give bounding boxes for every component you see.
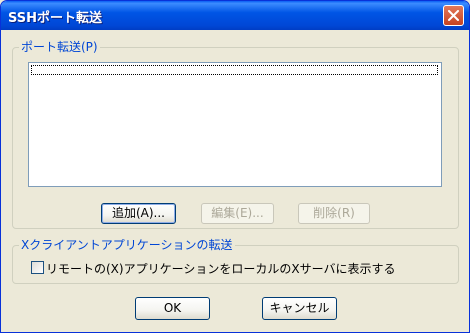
close-icon [448, 10, 459, 21]
delete-button[interactable]: 削除(R) [298, 203, 370, 224]
port-forwarding-group-label: ポート転送(P) [19, 40, 100, 54]
cancel-button[interactable]: キャンセル [262, 297, 337, 320]
dialog-body: ポート転送(P) 追加(A)... 編集(E)... 削除(R) Xクライアント… [4, 30, 466, 330]
port-forwarding-list[interactable] [28, 62, 442, 187]
window-title: SSHポート転送 [8, 11, 103, 26]
ssh-port-forward-dialog: SSHポート転送 ポート転送(P) 追加(A)... 編集(E)... 削除(R… [0, 0, 470, 333]
add-button[interactable]: 追加(A)... [101, 203, 176, 224]
edit-button[interactable]: 編集(E)... [201, 203, 274, 224]
x-forwarding-checkbox[interactable] [31, 261, 44, 274]
list-item[interactable] [31, 65, 438, 75]
close-button[interactable] [443, 5, 464, 26]
title-bar[interactable]: SSHポート転送 [1, 1, 469, 30]
x-forwarding-group-label: Xクライアントアプリケーションの転送 [19, 238, 235, 252]
ok-button[interactable]: OK [135, 297, 210, 320]
x-forwarding-checkbox-label[interactable]: リモートの(X)アプリケーションをローカルのXサーバに表示する [46, 260, 395, 277]
